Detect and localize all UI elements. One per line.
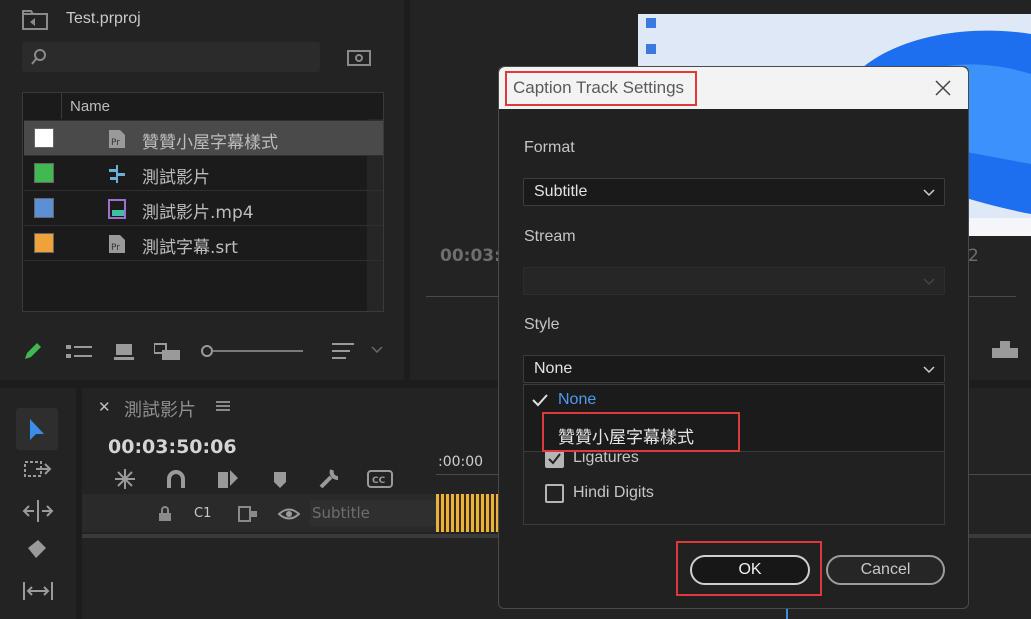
- caption-track-settings-dialog: Caption Track Settings Format Subtitle S…: [498, 66, 969, 609]
- svg-text:Pr: Pr: [111, 243, 120, 253]
- ripple-edit-icon[interactable]: [22, 500, 54, 522]
- format-value: Subtitle: [534, 183, 588, 200]
- tools-panel: [0, 388, 76, 619]
- list-view-icon[interactable]: [66, 344, 92, 360]
- close-sequence-icon[interactable]: ✕: [98, 398, 111, 416]
- nest-icon[interactable]: [114, 468, 136, 490]
- list-item-name: 贊贊小屋字幕樣式: [142, 133, 278, 153]
- captions-icon[interactable]: CC: [367, 470, 393, 488]
- premiere-file-icon: Pr: [109, 235, 125, 253]
- option-highlight-box: [542, 412, 740, 452]
- sequence-icon: [109, 165, 125, 183]
- chevron-down-icon: [923, 278, 935, 286]
- list-item[interactable]: Pr 測試字幕.srt: [24, 225, 383, 260]
- find-bin-icon[interactable]: [347, 48, 371, 66]
- pencil-icon[interactable]: [22, 340, 44, 362]
- style-dropdown-list: None 贊贊小屋字幕樣式: [523, 384, 945, 452]
- style-label: Style: [524, 316, 560, 333]
- ok-button[interactable]: OK: [690, 555, 810, 585]
- premiere-file-icon: Pr: [109, 130, 125, 148]
- icon-view-icon[interactable]: [114, 343, 134, 361]
- close-icon[interactable]: [935, 80, 951, 96]
- freeform-view-icon[interactable]: [154, 342, 182, 362]
- track-name: Subtitle: [312, 504, 370, 522]
- zoom-slider-handle[interactable]: [201, 345, 213, 357]
- cancel-button[interactable]: Cancel: [826, 555, 945, 585]
- label-color-chip[interactable]: [34, 233, 54, 253]
- track-select-icon[interactable]: [24, 460, 52, 480]
- folder-up-icon[interactable]: [22, 10, 48, 30]
- ruler-start-time: :00:00: [438, 454, 484, 470]
- stream-label: Stream: [524, 228, 576, 245]
- snap-magnet-icon[interactable]: [166, 470, 186, 490]
- list-item-name: 測試影片.mp4: [142, 203, 254, 223]
- style-option-none[interactable]: None: [524, 385, 944, 415]
- track-name-field[interactable]: Subtitle: [310, 500, 436, 526]
- svg-text:CC: CC: [372, 476, 386, 486]
- eye-icon[interactable]: [278, 508, 300, 520]
- list-item-name: 測試影片: [142, 168, 210, 188]
- caption-clips[interactable]: [436, 494, 498, 532]
- caption-track-header[interactable]: C1 Subtitle: [82, 494, 436, 532]
- style-select[interactable]: None: [523, 355, 945, 383]
- list-item[interactable]: 測試影片: [24, 155, 383, 190]
- style-value: None: [534, 360, 573, 377]
- svg-text:Pr: Pr: [111, 138, 120, 148]
- playhead[interactable]: [786, 608, 788, 619]
- sort-icon[interactable]: [332, 342, 354, 360]
- lock-icon[interactable]: [158, 506, 172, 522]
- track-label: C1: [194, 506, 212, 521]
- chevron-down-icon: [923, 366, 935, 374]
- label-color-chip[interactable]: [34, 128, 54, 148]
- title-highlight-box: [505, 71, 697, 106]
- name-column-header[interactable]: Name: [70, 98, 110, 115]
- dialog-title-bar: Caption Track Settings: [499, 67, 968, 109]
- zoom-slider-track[interactable]: [213, 350, 303, 352]
- marker-icon[interactable]: [272, 471, 288, 489]
- check-icon: [548, 453, 561, 465]
- hindi-digits-checkbox[interactable]: [545, 484, 564, 503]
- razor-icon[interactable]: [24, 538, 50, 562]
- panel-menu-icon[interactable]: [216, 400, 230, 412]
- label-color-chip[interactable]: [34, 198, 54, 218]
- format-label: Format: [524, 139, 575, 156]
- sequence-tab[interactable]: 測試影片: [124, 396, 196, 422]
- format-select[interactable]: Subtitle: [523, 178, 945, 206]
- timeline-timecode[interactable]: 00:03:50:06: [108, 436, 237, 458]
- wrench-icon[interactable]: [318, 468, 340, 490]
- project-panel: Test.prproj Name Pr 贊贊小屋字幕樣式 測試影片 測試影片.m…: [0, 0, 404, 380]
- hindi-digits-label: Hindi Digits: [573, 484, 654, 501]
- slip-icon[interactable]: [22, 580, 54, 602]
- option-label: None: [558, 391, 597, 408]
- monitor-zoom[interactable]: 2: [968, 246, 979, 266]
- monitor-timecode: 00:03:: [440, 246, 501, 266]
- list-item[interactable]: Pr 贊贊小屋字幕樣式: [24, 120, 383, 155]
- chevron-down-icon[interactable]: [371, 346, 383, 354]
- chevron-down-icon: [923, 189, 935, 197]
- selection-tool[interactable]: [16, 408, 58, 450]
- project-item-list: Name Pr 贊贊小屋字幕樣式 測試影片 測試影片.mp4 Pr 測試字幕.s…: [22, 92, 384, 312]
- export-frame-icon[interactable]: [990, 340, 1020, 360]
- checkmark-icon: [532, 394, 548, 407]
- list-item[interactable]: 測試影片.mp4: [24, 190, 383, 225]
- video-clip-icon: [108, 199, 126, 219]
- sync-lock-icon[interactable]: [238, 506, 258, 522]
- project-title: Test.prproj: [66, 10, 141, 27]
- project-search-input[interactable]: [22, 42, 320, 72]
- list-item-empty: [24, 260, 383, 295]
- stream-select-disabled: [523, 267, 945, 295]
- linked-selection-icon[interactable]: [216, 468, 240, 490]
- arrow-cursor-icon: [30, 419, 44, 440]
- label-color-chip[interactable]: [34, 163, 54, 183]
- list-item-name: 測試字幕.srt: [142, 238, 238, 258]
- search-icon: [31, 49, 46, 65]
